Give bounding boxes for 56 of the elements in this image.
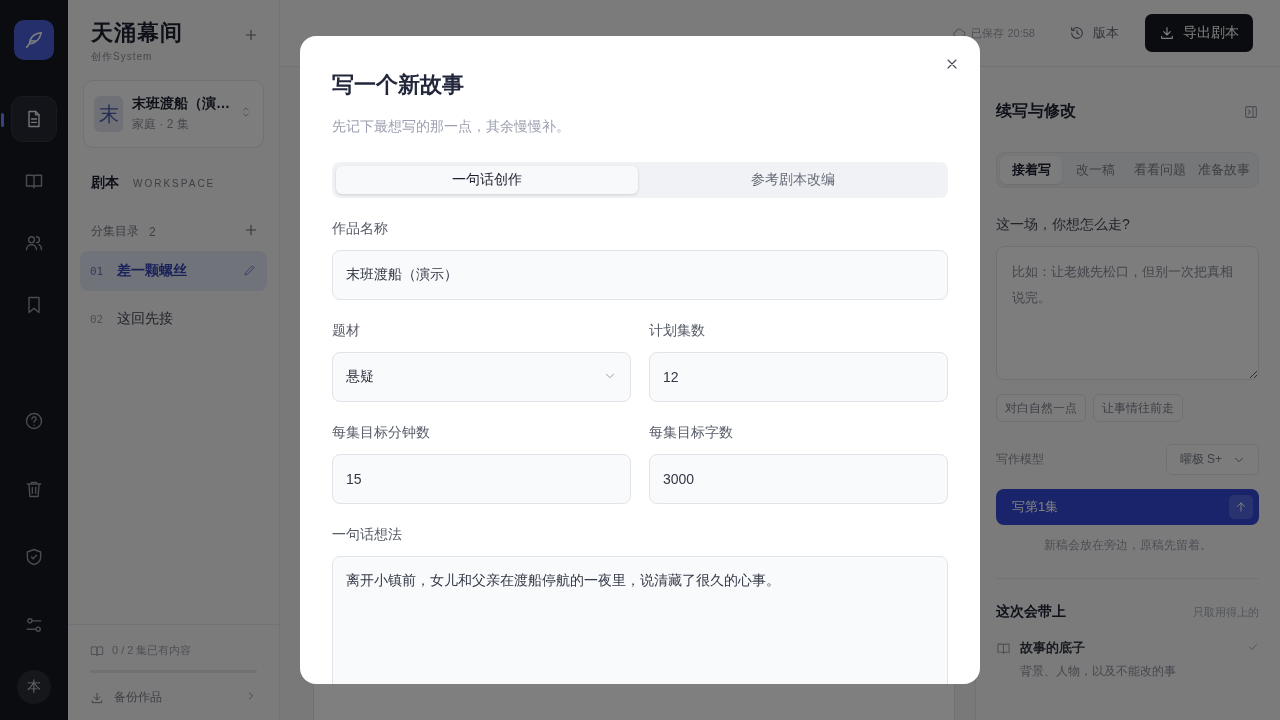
field-label: 计划集数 (649, 322, 706, 340)
export-button[interactable]: 导出剧本 (1145, 14, 1253, 52)
context-title: 这次会带上 (996, 603, 1066, 621)
trash-icon (24, 479, 44, 499)
episode-title: 这回先接 (117, 310, 174, 328)
input-field[interactable]: 15 (332, 454, 631, 504)
panel-title: 续写与修改 (996, 101, 1076, 121)
book-icon (24, 171, 44, 191)
sliders-icon (24, 615, 44, 635)
field-label: 作品名称 (332, 220, 389, 238)
plus-icon (243, 27, 259, 43)
project-name: 末班渡船（演… (132, 95, 230, 113)
plus-icon (243, 222, 259, 238)
arrow-up-icon (1234, 500, 1248, 514)
episode-item[interactable]: 01 差一颗螺丝 (80, 251, 267, 291)
idea-field[interactable]: 离开小镇前，女儿和父亲在渡船停航的一夜里，说清藏了很久的心事。 (332, 556, 948, 684)
shield-icon (24, 547, 44, 567)
feather-icon (23, 29, 45, 51)
episode-number: 01 (90, 264, 104, 278)
download-icon (1159, 25, 1175, 41)
context-item-title: 故事的底子 (1020, 639, 1086, 657)
collapse-panel-icon (1243, 103, 1259, 120)
section-tag: WORKSPACE (133, 178, 216, 189)
input-field[interactable]: 末班渡船（演示） (332, 250, 948, 300)
pencil-icon (243, 262, 257, 277)
field-label: 每集目标字数 (649, 424, 734, 442)
field-label: 每集目标分钟数 (332, 424, 431, 442)
episode-title: 差一颗螺丝 (117, 262, 188, 280)
download-icon (90, 690, 104, 705)
app-logo[interactable] (14, 20, 54, 60)
input-field[interactable]: 3000 (649, 454, 948, 504)
book-icon (90, 643, 104, 658)
dialog-title: 写一个新故事 (332, 71, 465, 99)
write-button[interactable]: 写第1集 (996, 489, 1259, 525)
app-title: 天涌幕间 (91, 19, 183, 47)
genre-select[interactable]: 悬疑 (332, 352, 631, 402)
episode-count: 2 (149, 224, 156, 239)
project-initial: 末 (94, 96, 123, 132)
dialog-subtitle: 先记下最想写的那一点，其余慢慢补。 (332, 118, 571, 136)
history-icon (1069, 25, 1085, 41)
panel-tab[interactable]: 接着写 (1000, 156, 1063, 184)
book-icon (996, 640, 1011, 656)
help-icon (24, 411, 44, 431)
versions-button[interactable]: 版本 (1063, 23, 1125, 43)
user-avatar[interactable]: 本 (17, 670, 51, 704)
field-label: 一句话想法 (332, 526, 403, 544)
input-field[interactable]: 12 (649, 352, 948, 402)
section-title: 剧本 (91, 174, 119, 192)
model-select[interactable]: 曜极 S+ (1166, 444, 1259, 475)
users-icon (24, 233, 44, 253)
mode-tab[interactable]: 参考剧本改编 (642, 166, 944, 194)
prompt-label: 这一场，你想怎么走? (996, 216, 1131, 234)
mode-tab[interactable]: 一句话创作 (336, 166, 638, 194)
check-icon (1247, 641, 1259, 653)
field-label: 题材 (332, 322, 361, 340)
backup-button[interactable]: 备份作品 (90, 689, 257, 706)
